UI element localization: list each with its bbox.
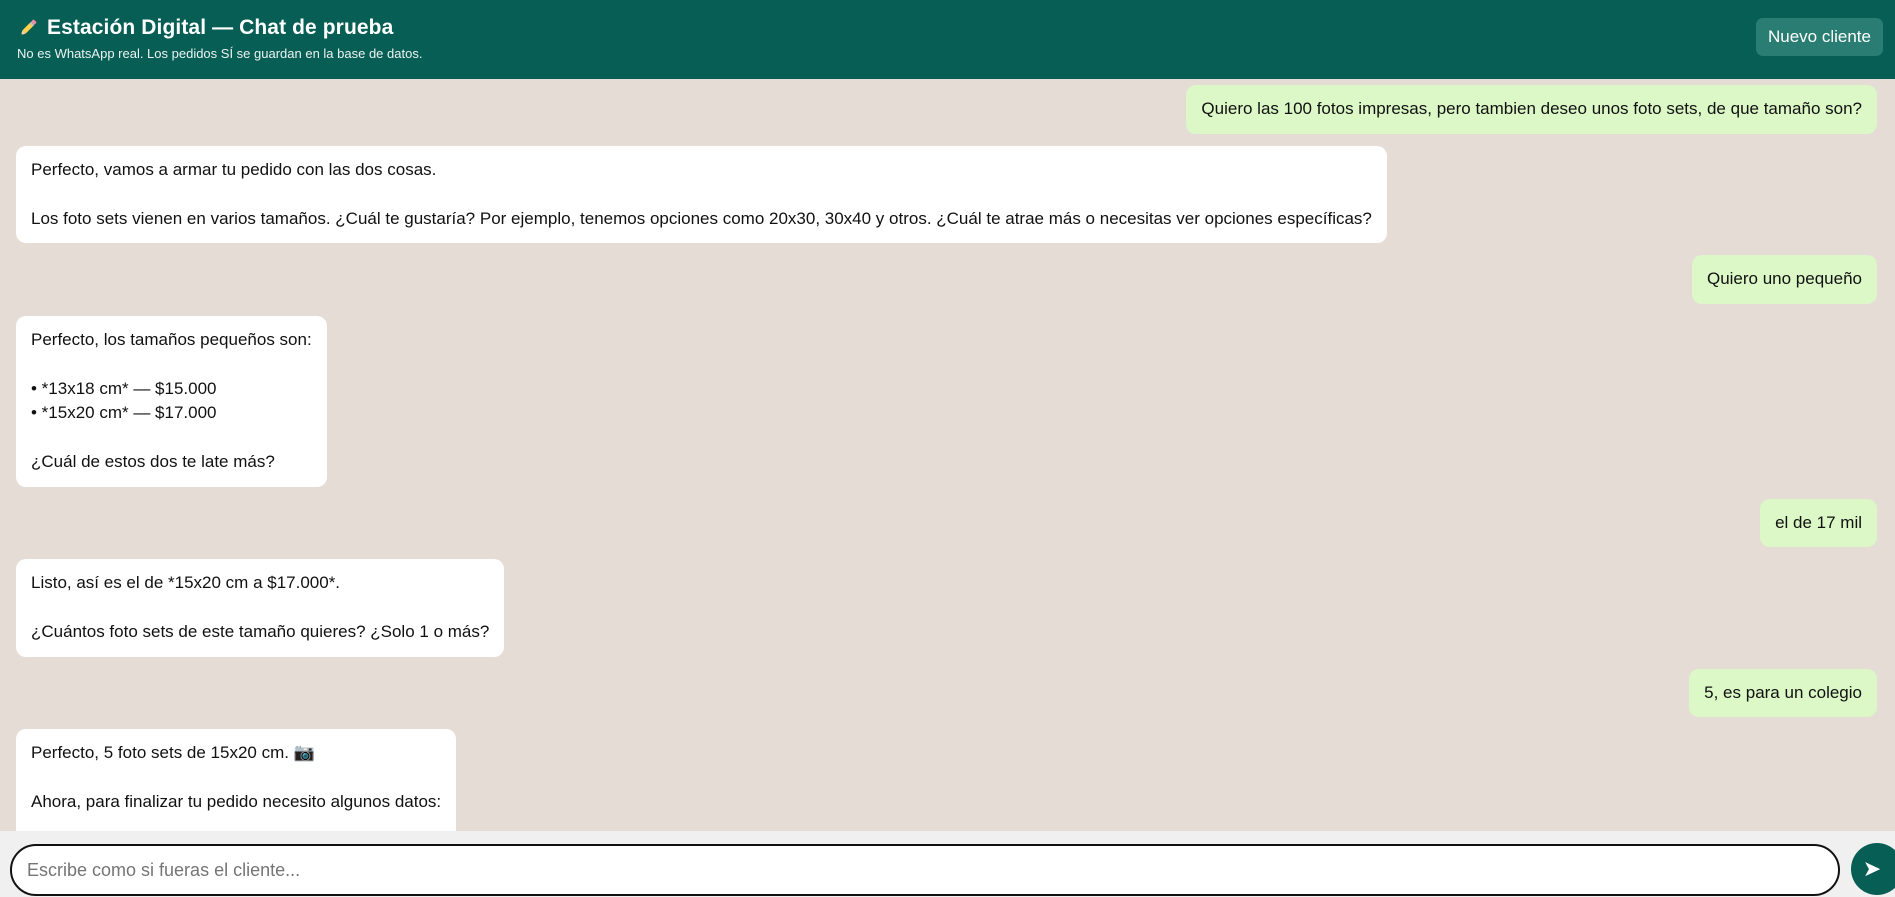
- bot-message: Perfecto, vamos a armar tu pedido con la…: [16, 145, 1387, 243]
- message-row: Listo, así es el de *15x20 cm a $17.000*…: [16, 559, 1877, 657]
- bot-message: Perfecto, 5 foto sets de 15x20 cm. 📷 Aho…: [16, 729, 457, 831]
- message-input[interactable]: [10, 844, 1840, 896]
- header-title-row: Estación Digital — Chat de prueba: [17, 16, 1878, 40]
- user-message: el de 17 mil: [1760, 498, 1877, 547]
- chat-header: Estación Digital — Chat de prueba No es …: [0, 0, 1895, 79]
- user-message: Quiero uno pequeño: [1691, 255, 1877, 304]
- message-row: 5, es para un colegio: [16, 668, 1877, 717]
- message-row: Perfecto, 5 foto sets de 15x20 cm. 📷 Aho…: [16, 729, 1877, 831]
- pencil-icon: [20, 19, 37, 36]
- input-bar: ➤: [0, 831, 1895, 897]
- page-title: Estación Digital — Chat de prueba: [47, 16, 394, 39]
- message-row: el de 17 mil: [16, 498, 1877, 547]
- user-message: Quiero las 100 fotos impresas, pero tamb…: [1186, 85, 1877, 134]
- send-button[interactable]: ➤: [1851, 843, 1895, 895]
- send-icon: ➤: [1862, 856, 1882, 881]
- chat-messages[interactable]: Quiero las 100 fotos impresas, pero tamb…: [0, 79, 1895, 831]
- new-client-button[interactable]: Nuevo cliente: [1756, 18, 1883, 56]
- message-row: Quiero las 100 fotos impresas, pero tamb…: [16, 85, 1877, 134]
- header-subtitle: No es WhatsApp real. Los pedidos SÍ se g…: [17, 46, 423, 61]
- user-message: 5, es para un colegio: [1689, 668, 1877, 717]
- bot-message: Listo, así es el de *15x20 cm a $17.000*…: [16, 559, 505, 657]
- message-row: Perfecto, los tamaños pequeños son: • *1…: [16, 315, 1877, 487]
- bot-message: Perfecto, los tamaños pequeños son: • *1…: [16, 315, 327, 487]
- message-row: Perfecto, vamos a armar tu pedido con la…: [16, 145, 1877, 243]
- message-row: Quiero uno pequeño: [16, 255, 1877, 304]
